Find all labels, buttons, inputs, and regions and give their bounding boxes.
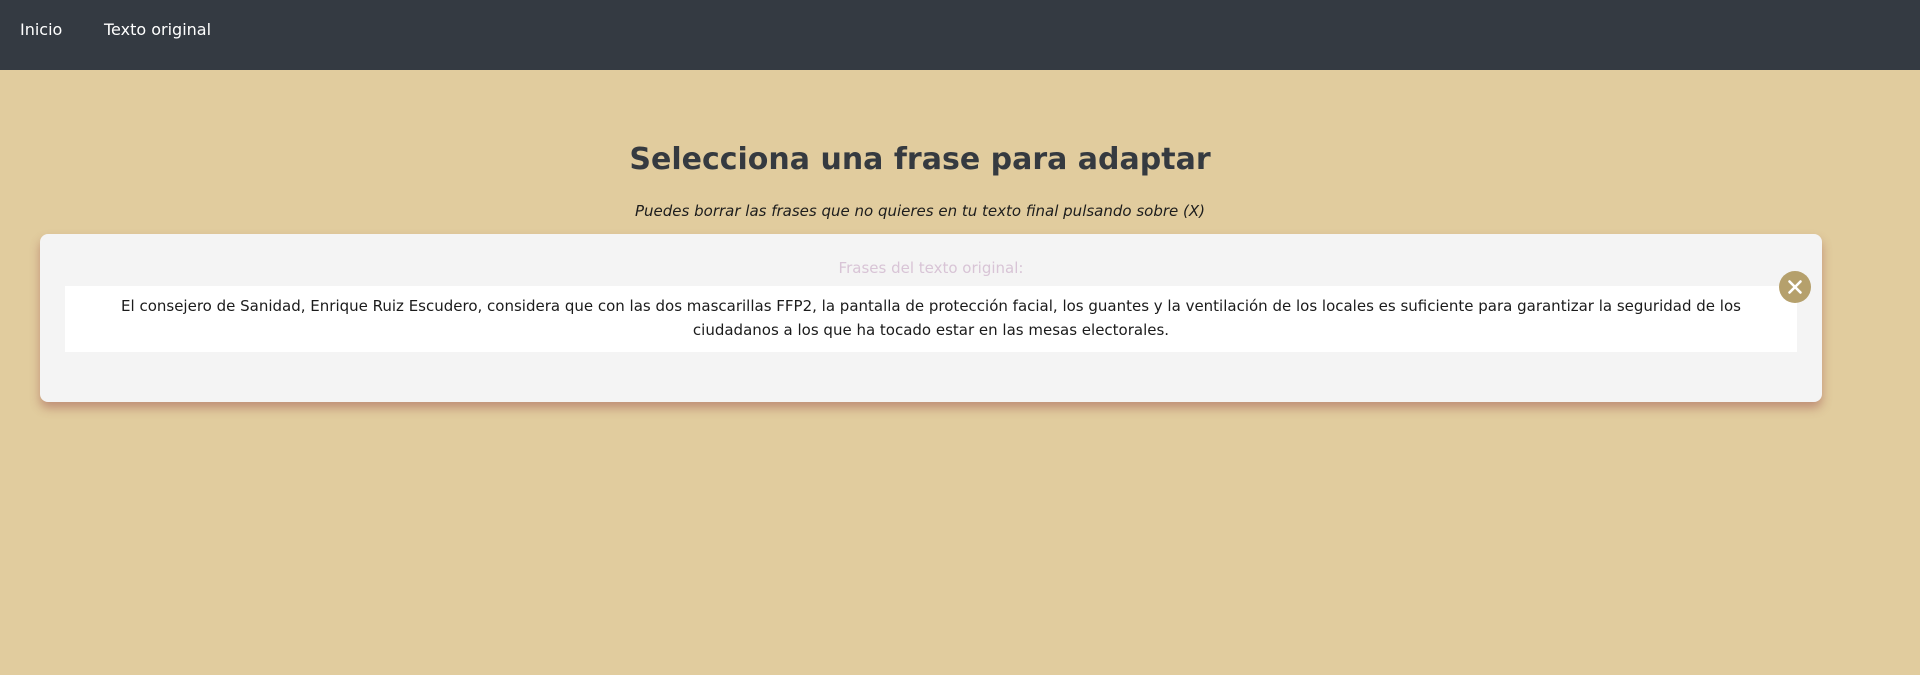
page-subtitle: Puedes borrar las frases que no quieres … [635, 202, 1205, 220]
close-icon [1779, 271, 1811, 303]
page-title: Selecciona una frase para adaptar [629, 142, 1211, 177]
delete-sentence-button[interactable] [1779, 271, 1811, 303]
sentences-card: Frases del texto original: El consejero … [40, 234, 1822, 402]
nav-link-texto-original[interactable]: Texto original [104, 20, 211, 40]
nav-link-inicio[interactable]: Inicio [20, 20, 62, 40]
sentence-item[interactable]: El consejero de Sanidad, Enrique Ruiz Es… [65, 286, 1797, 352]
top-navbar: Inicio Texto original [0, 0, 1920, 70]
card-label: Frases del texto original: [838, 259, 1024, 277]
